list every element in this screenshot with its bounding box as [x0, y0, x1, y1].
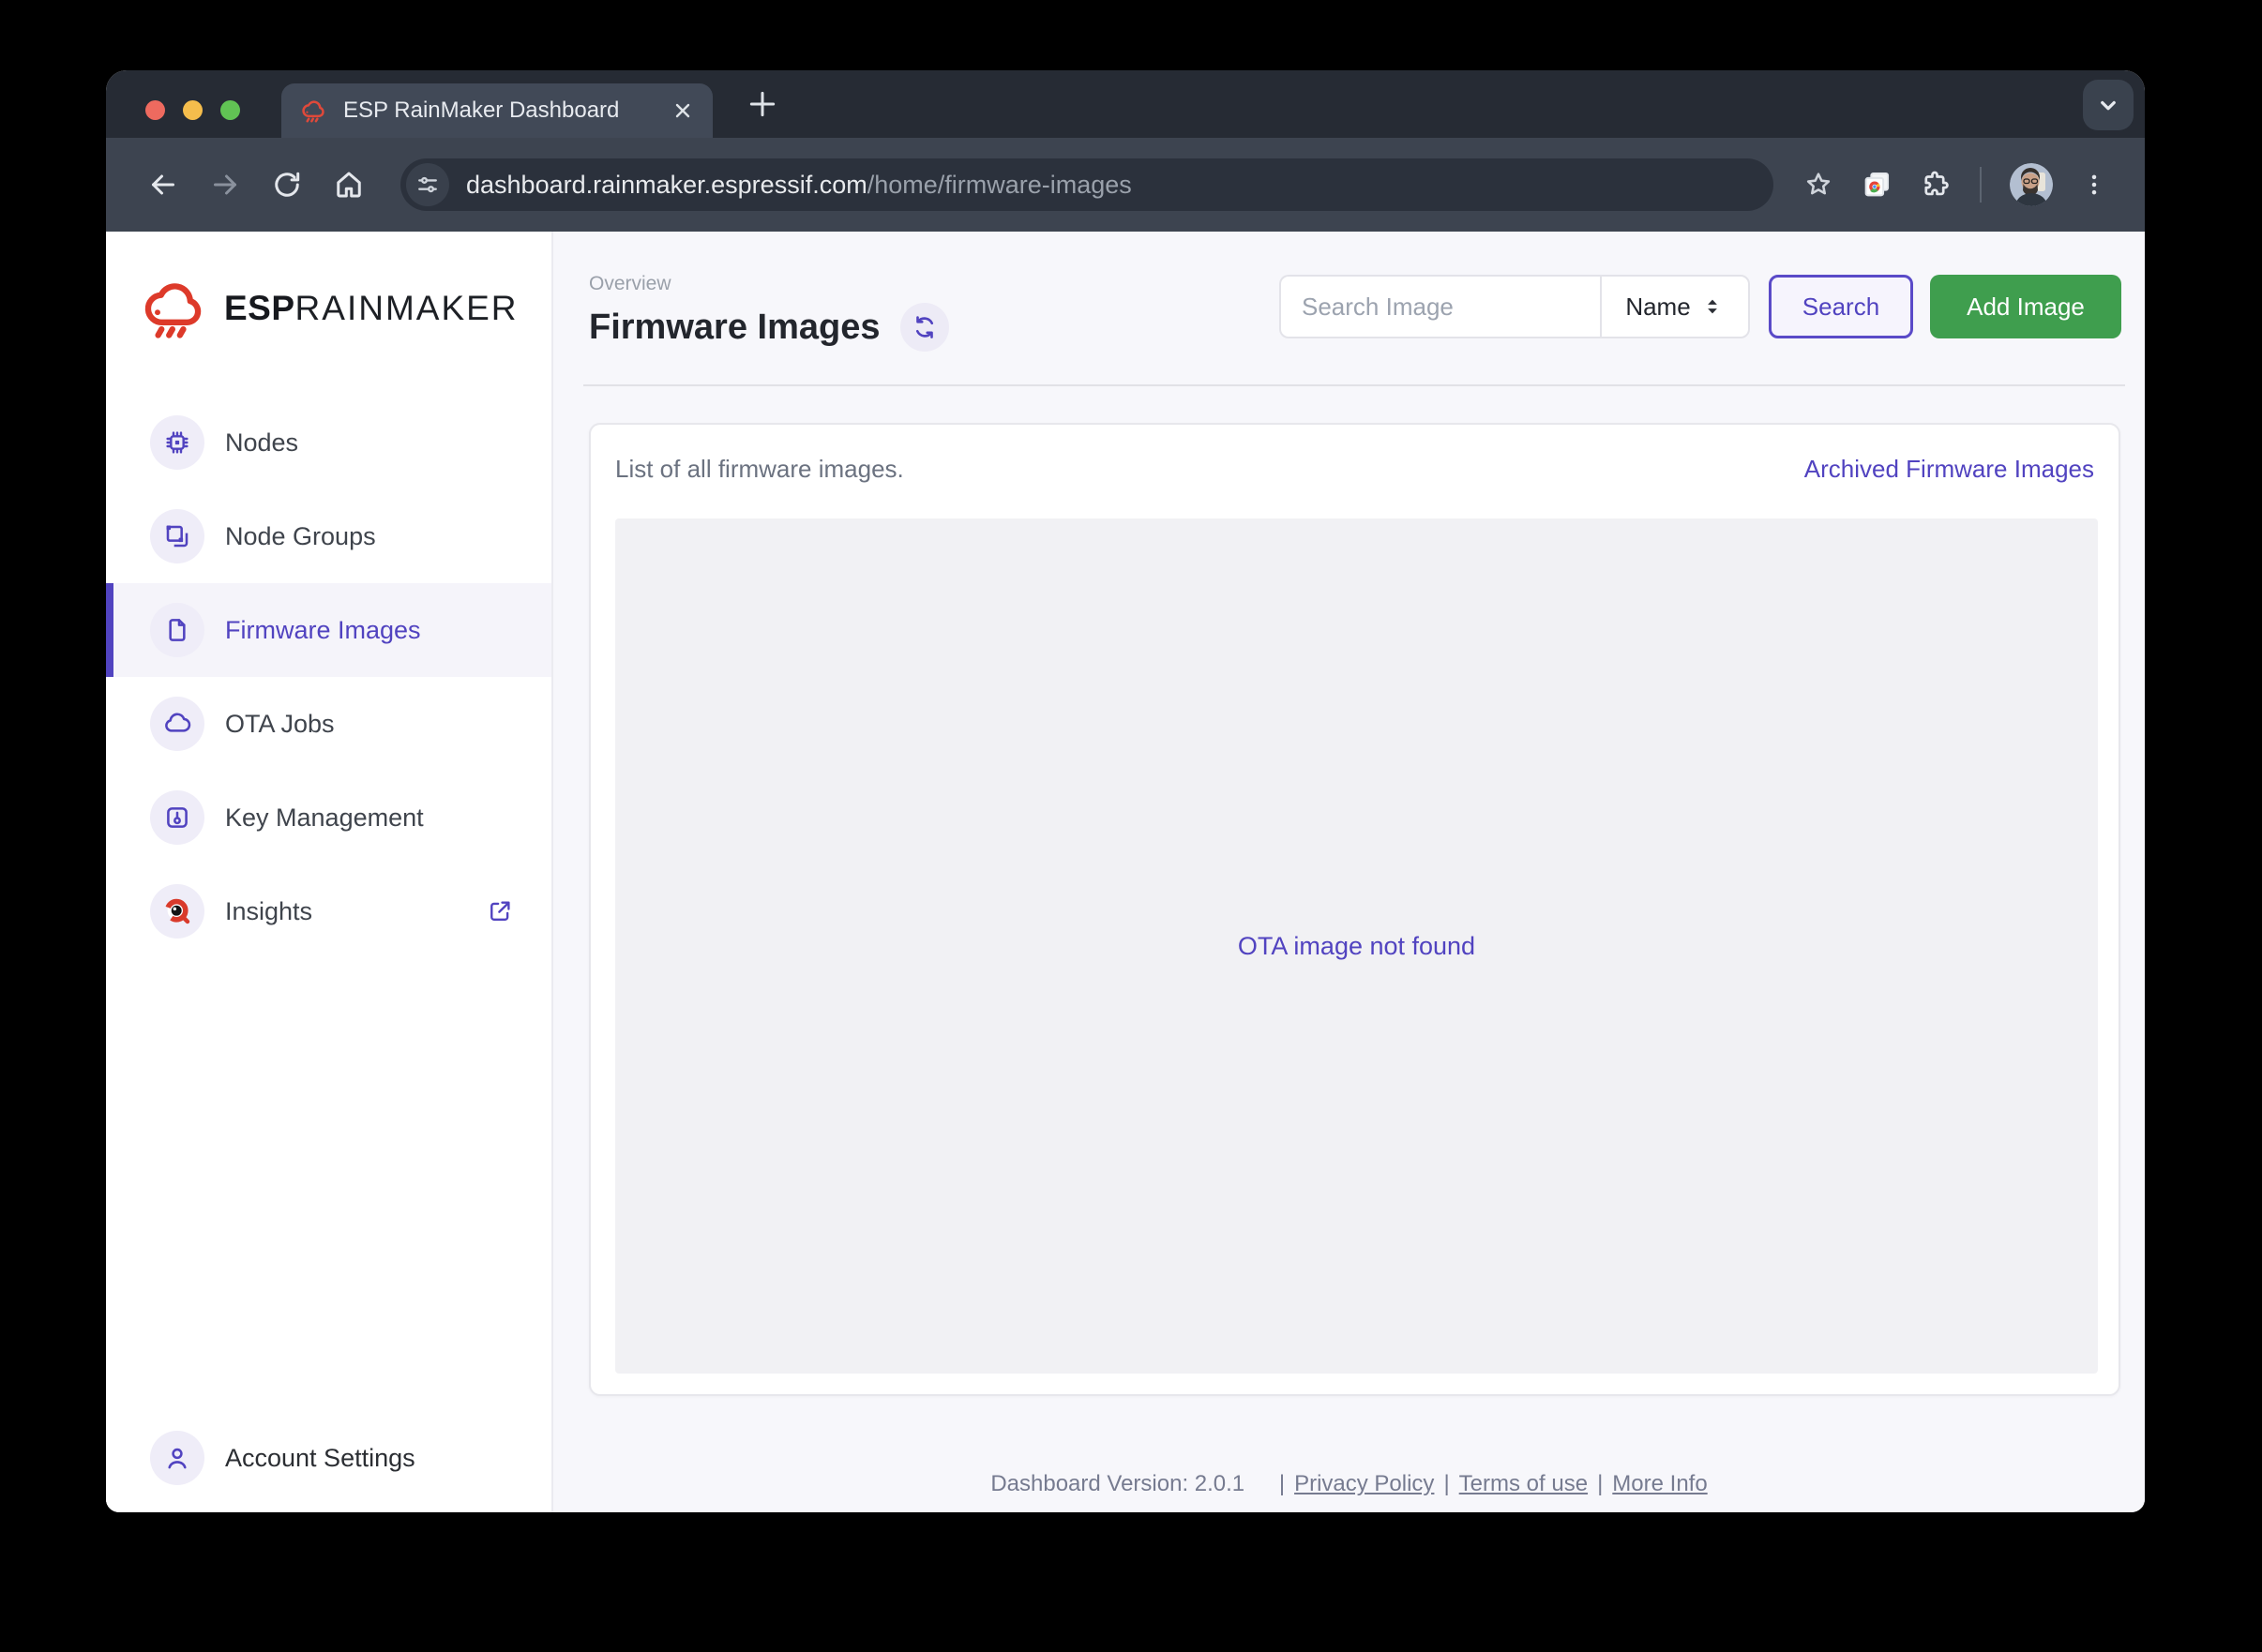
- search-input[interactable]: [1279, 275, 1600, 338]
- key-icon: [150, 790, 204, 845]
- traffic-lights: [145, 100, 240, 120]
- minimize-window-button[interactable]: [183, 100, 203, 120]
- tab-close-icon[interactable]: [671, 99, 694, 122]
- close-window-button[interactable]: [145, 100, 165, 120]
- breadcrumb: Overview: [589, 273, 671, 295]
- sort-field-value: Name: [1625, 293, 1690, 322]
- address-bar[interactable]: dashboard.rainmaker.espressif.com/home/f…: [400, 158, 1773, 211]
- sidebar: ESPRAINMAKER Nodes: [106, 232, 553, 1512]
- reload-icon[interactable]: [256, 154, 318, 216]
- privacy-policy-link[interactable]: Privacy Policy: [1294, 1471, 1434, 1496]
- sidebar-nav: Nodes Node Groups: [106, 396, 551, 958]
- browser-window: ESP RainMaker Dashboard da: [106, 70, 2145, 1512]
- sidebar-item-nodes[interactable]: Nodes: [106, 396, 551, 489]
- sort-field-select[interactable]: Name: [1600, 275, 1750, 338]
- tab-search-chevron-button[interactable]: [2083, 80, 2134, 130]
- sort-arrows-icon: [1700, 294, 1725, 319]
- archived-firmware-images-link[interactable]: Archived Firmware Images: [1804, 455, 2094, 484]
- sidebar-item-label: Node Groups: [225, 522, 376, 551]
- sidebar-item-key-management[interactable]: Key Management: [106, 771, 551, 864]
- zoom-window-button[interactable]: [220, 100, 240, 120]
- node-groups-icon: [150, 509, 204, 563]
- toolbar-divider: [1980, 167, 1982, 203]
- sidebar-item-ota-jobs[interactable]: OTA Jobs: [106, 677, 551, 771]
- logo-text: ESPRAINMAKER: [224, 289, 519, 328]
- sidebar-item-label: OTA Jobs: [225, 710, 335, 739]
- chip-icon: [150, 415, 204, 470]
- browser-menu-dots-icon[interactable]: [2070, 160, 2119, 209]
- sidebar-item-label: Insights: [225, 897, 312, 926]
- tab-strip: ESP RainMaker Dashboard: [106, 70, 2145, 138]
- more-info-link[interactable]: More Info: [1612, 1471, 1707, 1496]
- version-text: Dashboard Version: 2.0.1: [990, 1471, 1244, 1496]
- sidebar-item-label: Firmware Images: [225, 616, 421, 645]
- rainmaker-cloud-icon: [140, 278, 211, 338]
- firmware-images-card: List of all firmware images. Archived Fi…: [589, 423, 2120, 1396]
- main-content: Overview Firmware Images Name: [553, 232, 2145, 1512]
- url-text[interactable]: dashboard.rainmaker.espressif.com/home/f…: [466, 171, 1132, 200]
- list-caption: List of all firmware images.: [615, 455, 904, 484]
- esp-rainmaker-logo: ESPRAINMAKER: [140, 278, 519, 338]
- toolbar-right: [1794, 160, 2119, 209]
- page-title: Firmware Images: [589, 308, 880, 348]
- sidebar-item-firmware-images[interactable]: Firmware Images: [106, 583, 551, 677]
- home-icon[interactable]: [318, 154, 380, 216]
- tab-favicon-rainmaker-cloud-icon: [300, 98, 328, 123]
- external-link-icon: [486, 897, 514, 925]
- sidebar-item-label: Nodes: [225, 428, 298, 458]
- sidebar-item-node-groups[interactable]: Node Groups: [106, 489, 551, 583]
- extensions-puzzle-icon[interactable]: [1910, 160, 1959, 209]
- add-image-button[interactable]: Add Image: [1930, 275, 2121, 338]
- sidebar-item-label: Account Settings: [225, 1444, 415, 1473]
- cloud-icon: [150, 697, 204, 751]
- new-tab-button[interactable]: [744, 85, 781, 123]
- file-icon: [150, 603, 204, 657]
- dashboard-footer: Dashboard Version: 2.0.1 |Privacy Policy…: [553, 1471, 2145, 1497]
- tab-title: ESP RainMaker Dashboard: [343, 98, 671, 124]
- profile-avatar[interactable]: [2010, 163, 2053, 206]
- empty-state-panel: OTA image not found: [615, 518, 2098, 1374]
- terms-of-use-link[interactable]: Terms of use: [1459, 1471, 1588, 1496]
- url-path: /home/firmware-images: [867, 171, 1132, 199]
- chrome-webstore-icon[interactable]: [1852, 160, 1901, 209]
- browser-tab[interactable]: ESP RainMaker Dashboard: [281, 83, 713, 138]
- empty-state-message: OTA image not found: [1238, 932, 1475, 961]
- url-domain: dashboard.rainmaker.espressif.com: [466, 171, 867, 199]
- refresh-button[interactable]: [900, 303, 949, 352]
- header-divider: [583, 384, 2125, 386]
- site-settings-tune-icon[interactable]: [406, 163, 449, 206]
- back-icon[interactable]: [132, 154, 194, 216]
- bookmark-star-icon[interactable]: [1794, 160, 1843, 209]
- sidebar-item-label: Key Management: [225, 803, 424, 833]
- forward-icon[interactable]: [194, 154, 256, 216]
- app-body: ESPRAINMAKER Nodes: [106, 232, 2145, 1512]
- sidebar-item-account-settings[interactable]: Account Settings: [106, 1411, 551, 1505]
- search-button[interactable]: Search: [1769, 275, 1913, 338]
- browser-toolbar: dashboard.rainmaker.espressif.com/home/f…: [106, 138, 2145, 232]
- sidebar-item-insights[interactable]: Insights: [106, 864, 551, 958]
- insights-icon: [150, 884, 204, 939]
- person-icon: [150, 1431, 204, 1485]
- header-controls: Name Search Add Image: [1279, 275, 2121, 338]
